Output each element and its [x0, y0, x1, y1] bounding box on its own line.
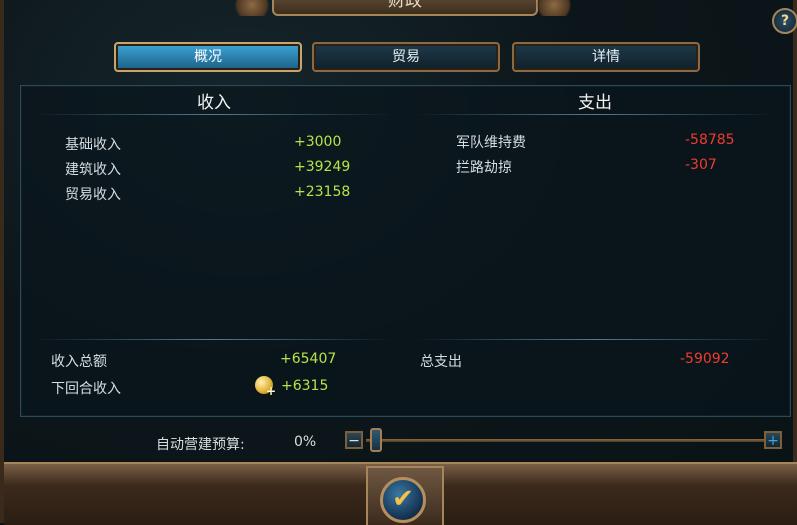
budget-slider-thumb[interactable]	[370, 428, 382, 452]
confirm-button[interactable]: ✔	[380, 477, 426, 523]
checkmark-icon: ✔	[392, 484, 414, 514]
expense-row-label: 军队维持费	[456, 135, 526, 151]
budget-increase-button[interactable]: +	[764, 431, 782, 449]
income-total-value: +65407	[280, 351, 337, 367]
budget-decrease-button[interactable]: −	[345, 431, 363, 449]
plus-icon: +	[266, 384, 277, 398]
next-turn-income-value: +6315	[281, 378, 329, 394]
title-ornament-left	[230, 0, 274, 16]
tab-trade[interactable]: 贸易	[312, 42, 500, 72]
next-turn-income-label: 下回合收入	[51, 381, 121, 397]
income-row-value: +39249	[294, 159, 351, 175]
income-row-value: +3000	[294, 134, 342, 150]
income-total-label: 收入总额	[51, 354, 107, 370]
tab-overview[interactable]: 概况	[114, 42, 302, 72]
income-row-label: 基础收入	[65, 137, 121, 153]
income-header-divider	[34, 114, 394, 115]
finance-window: 财政 ? 概况 贸易 详情 收入 基础收入 +3000 建筑收入 +39249 …	[0, 0, 797, 525]
window-title: 财政	[272, 0, 538, 16]
income-row-label: 建筑收入	[65, 162, 121, 178]
expense-row-value: -307	[685, 157, 717, 173]
auto-build-budget-percent: 0%	[294, 434, 317, 450]
tab-details[interactable]: 详情	[512, 42, 700, 72]
expense-total-value: -59092	[680, 351, 730, 367]
income-row-value: +23158	[294, 184, 351, 200]
income-heading: 收入	[197, 93, 231, 113]
help-button[interactable]: ?	[772, 8, 797, 34]
expense-row-label: 拦路劫掠	[456, 160, 512, 176]
expense-row-value: -58785	[685, 132, 735, 148]
expense-header-divider	[415, 114, 775, 115]
title-ornament-right	[532, 0, 576, 16]
expense-total-label: 总支出	[420, 354, 462, 370]
finance-panel	[20, 85, 791, 417]
income-total-divider	[34, 339, 394, 340]
income-row-label: 贸易收入	[65, 187, 121, 203]
expense-heading: 支出	[578, 93, 612, 113]
expense-total-divider	[415, 339, 775, 340]
auto-build-budget-label: 自动营建预算:	[156, 437, 245, 453]
budget-slider-track[interactable]	[366, 439, 764, 442]
